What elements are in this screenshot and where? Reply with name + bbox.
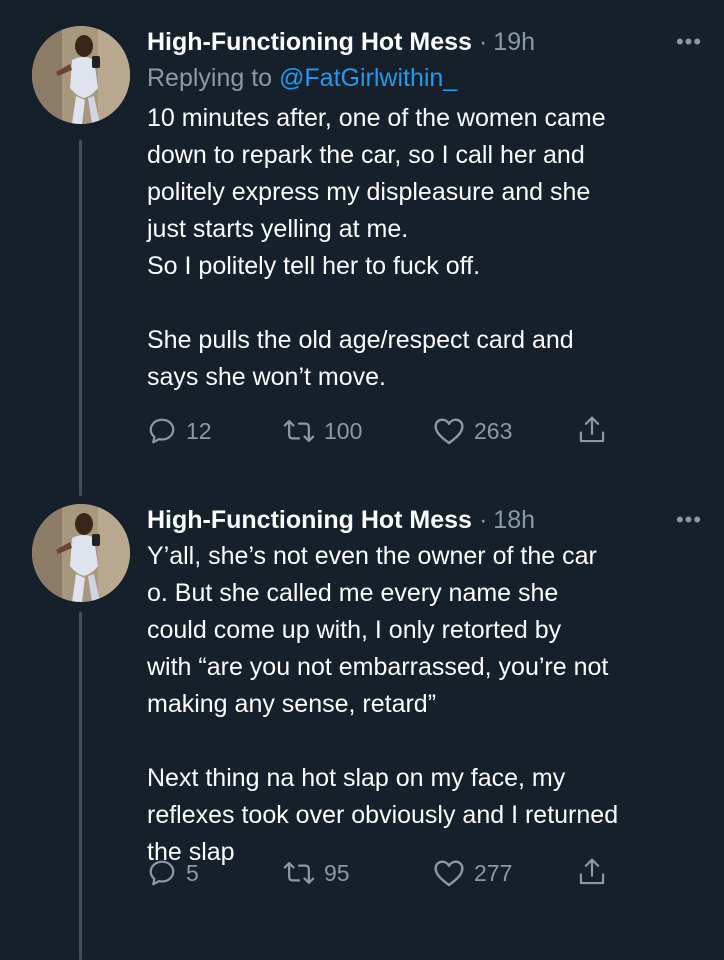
retweet-count: 100 [324, 417, 363, 444]
reply-icon [149, 860, 175, 886]
like-count: 263 [474, 417, 513, 444]
author-name[interactable]: High-Functioning Hot Mess [147, 506, 472, 535]
reply-count: 5 [186, 859, 199, 886]
author-name[interactable]: High-Functioning Hot Mess [147, 28, 472, 57]
avatar[interactable] [32, 504, 130, 602]
tweet[interactable]: High-Functioning Hot Mess · 18h ••• Y’al… [147, 502, 707, 887]
like-count: 277 [474, 859, 513, 886]
tweet-header: High-Functioning Hot Mess · 19h [147, 24, 707, 60]
tweet-timestamp[interactable]: 19h [493, 28, 535, 57]
tweet-thread: High-Functioning Hot Mess · 19h ••• Repl… [0, 0, 724, 960]
retweet-button[interactable]: 100 [283, 416, 362, 446]
tweet-text: 10 minutes after, one of the women came … [147, 104, 606, 391]
thread-connector-line [79, 140, 82, 496]
share-icon [579, 858, 605, 885]
heart-icon [434, 418, 464, 445]
retweet-icon [283, 420, 315, 442]
more-options-icon[interactable]: ••• [671, 506, 707, 534]
separator-dot: · [478, 27, 488, 56]
replying-to: Replying to @FatGirlwithin_ [147, 60, 707, 96]
more-options-icon[interactable]: ••• [671, 28, 707, 56]
reply-icon [149, 418, 175, 444]
tweet-text: Y’all, she’s not even the owner of the c… [147, 542, 619, 866]
avatar-photo [32, 504, 130, 602]
like-button[interactable]: 277 [433, 858, 512, 888]
retweet-icon [283, 862, 315, 884]
retweet-count: 95 [324, 859, 350, 886]
like-button[interactable]: 263 [433, 416, 512, 446]
share-button[interactable] [577, 414, 607, 446]
reply-handle-link[interactable]: @FatGirlwithin_ [279, 64, 457, 92]
thread-connector-line [79, 612, 82, 960]
tweet-timestamp[interactable]: 18h [493, 506, 535, 535]
reply-button[interactable]: 5 [147, 858, 199, 888]
reply-button[interactable]: 12 [147, 416, 212, 446]
reply-count: 12 [186, 417, 212, 444]
retweet-button[interactable]: 95 [283, 858, 350, 888]
replying-to-label: Replying to [147, 64, 280, 92]
share-icon [579, 416, 605, 443]
separator-dot: · [478, 505, 488, 534]
avatar-photo [32, 26, 130, 124]
avatar[interactable] [32, 26, 130, 124]
share-button[interactable] [577, 856, 607, 888]
tweet-header: High-Functioning Hot Mess · 18h [147, 502, 707, 538]
heart-icon [434, 860, 464, 887]
tweet[interactable]: High-Functioning Hot Mess · 19h ••• Repl… [147, 24, 707, 445]
